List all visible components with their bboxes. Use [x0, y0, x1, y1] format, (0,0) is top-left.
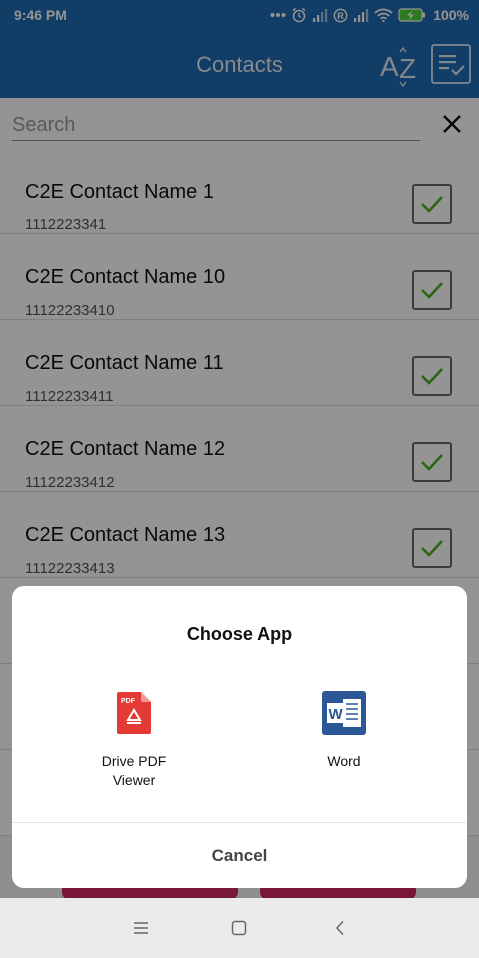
svg-text:PDF: PDF	[121, 698, 136, 705]
back-icon	[335, 920, 344, 936]
svg-text:W: W	[329, 706, 344, 723]
drive-pdf-viewer-option[interactable]: PDF Drive PDF Viewer	[64, 690, 204, 790]
cancel-button[interactable]: Cancel	[12, 823, 467, 888]
system-nav-bar	[0, 898, 479, 958]
menu-button[interactable]	[129, 916, 153, 940]
dialog-title: Choose App	[186, 624, 293, 644]
home-button[interactable]	[227, 916, 251, 940]
app-option-label: Word	[327, 753, 361, 769]
home-icon	[231, 920, 247, 936]
drive-pdf-viewer-icon: PDF	[111, 690, 157, 736]
word-icon: W	[321, 690, 367, 736]
back-button[interactable]	[328, 916, 352, 940]
word-option[interactable]: W Word	[274, 690, 414, 771]
choose-app-dialog: Choose App PDF Drive PDF Viewer W Word C…	[12, 586, 467, 888]
app-option-label: Drive PDF Viewer	[101, 753, 167, 788]
menu-icon	[134, 922, 148, 934]
